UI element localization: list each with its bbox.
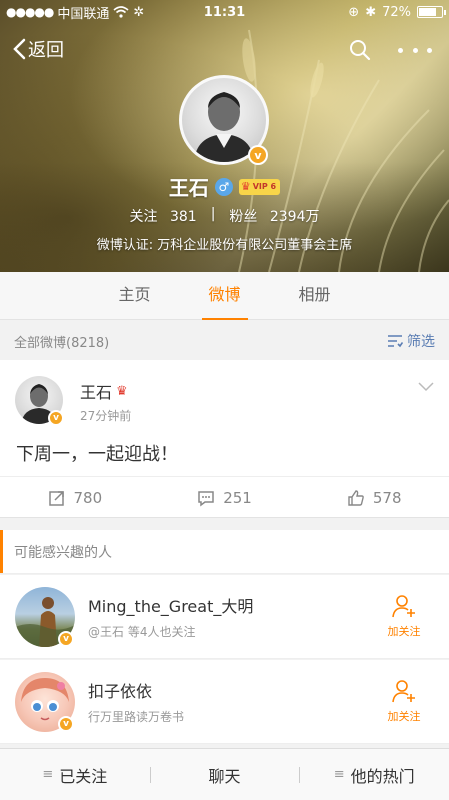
repost-count: 780 bbox=[73, 488, 103, 507]
suggestion-name[interactable]: 扣子依依 bbox=[88, 678, 152, 702]
all-posts-count: 全部微博(8218) bbox=[14, 335, 110, 351]
follow-label: 加关注 bbox=[387, 710, 421, 723]
add-user-icon bbox=[392, 680, 415, 703]
profile-tabs: 主页 微博 相册 bbox=[0, 272, 449, 320]
add-user-icon bbox=[392, 595, 415, 618]
back-label: 返回 bbox=[28, 40, 64, 61]
followed-button[interactable]: ≡ 已关注 bbox=[0, 763, 150, 787]
chevron-down-icon[interactable] bbox=[418, 382, 434, 392]
comment-icon bbox=[198, 490, 214, 506]
filter-icon bbox=[388, 335, 403, 348]
menu-icon: ≡ bbox=[333, 767, 345, 782]
follow-label: 加关注 bbox=[387, 625, 421, 638]
filter-label: 筛选 bbox=[407, 334, 435, 350]
clock: 11:31 bbox=[203, 4, 246, 20]
post-content: 下周一，一起迎战！ bbox=[16, 444, 178, 465]
vip-level: VIP 6 bbox=[252, 182, 277, 191]
suggestions-header: 可能感兴趣的人 bbox=[0, 530, 449, 574]
suggestion-name[interactable]: Ming_the_Great_大明 bbox=[88, 593, 253, 617]
verified-badge-icon: v bbox=[58, 716, 74, 732]
following-stat[interactable]: 关注 381 bbox=[130, 206, 197, 226]
search-icon[interactable] bbox=[348, 38, 372, 62]
follow-button[interactable]: 加关注 bbox=[384, 593, 424, 639]
post-card[interactable]: v 王石 ♛ 27分钟前 下周一，一起迎战！ 780 251 578 bbox=[0, 360, 449, 518]
suggestion-description: 行万里路读万卷书 bbox=[88, 710, 185, 724]
suggestion-description: @王石 等4人也关注 bbox=[88, 625, 196, 639]
post-author-name[interactable]: 王石 bbox=[80, 379, 112, 403]
profile-header: ●●●●● 中国联通 ✲ 11:31 ⊕ ✱ 72% 返回 v 王石 ♂ ♛ V… bbox=[0, 0, 449, 272]
following-label: 关注 bbox=[129, 209, 158, 225]
followers-label: 粉丝 bbox=[229, 209, 258, 225]
like-button[interactable]: 578 bbox=[299, 477, 449, 518]
verified-badge-icon: v bbox=[58, 631, 74, 647]
hot-posts-label: 他的热门 bbox=[350, 766, 415, 786]
chat-button[interactable]: 聊天 bbox=[149, 763, 300, 787]
vip-badge[interactable]: ♛ VIP 6 bbox=[238, 178, 281, 195]
suggestion-item[interactable]: v Ming_the_Great_大明 @王石 等4人也关注 加关注 bbox=[0, 575, 449, 659]
status-bar: ●●●●● 中国联通 ✲ 11:31 ⊕ ✱ 72% bbox=[0, 0, 449, 24]
tab-weibo[interactable]: 微博 bbox=[180, 272, 270, 320]
feed-filter-bar: 全部微博(8218) 筛选 bbox=[0, 322, 449, 360]
repost-button[interactable]: 780 bbox=[0, 477, 150, 518]
suggestion-item[interactable]: v 扣子依依 行万里路读万卷书 加关注 bbox=[0, 660, 449, 744]
navigation-bar: 返回 bbox=[0, 30, 449, 70]
chat-label: 聊天 bbox=[208, 766, 241, 786]
chevron-left-icon bbox=[13, 38, 26, 60]
tab-album[interactable]: 相册 bbox=[270, 272, 360, 319]
followers-count: 2394万 bbox=[269, 209, 320, 225]
crown-icon: ♛ bbox=[116, 383, 128, 399]
tab-home[interactable]: 主页 bbox=[90, 272, 180, 319]
profile-name: 王石 bbox=[168, 176, 209, 200]
like-count: 578 bbox=[372, 488, 402, 507]
verified-badge-icon: v bbox=[48, 410, 64, 426]
following-count: 381 bbox=[169, 209, 197, 225]
filter-button[interactable]: 筛选 bbox=[387, 331, 435, 351]
verified-badge-icon: v bbox=[248, 145, 268, 165]
repost-icon bbox=[48, 490, 64, 506]
verification-text: 微博认证: 万科企业股份有限公司董事会主席 bbox=[96, 238, 353, 253]
profile-bottom-bar: ≡ 已关注 聊天 ≡ 他的热门 bbox=[0, 748, 449, 800]
thumbs-up-icon bbox=[348, 489, 364, 506]
followers-stat[interactable]: 粉丝 2394万 bbox=[229, 206, 319, 226]
follow-button[interactable]: 加关注 bbox=[384, 678, 424, 724]
more-options-icon[interactable] bbox=[398, 38, 432, 62]
comment-button[interactable]: 251 bbox=[150, 477, 300, 518]
followed-label: 已关注 bbox=[59, 766, 108, 786]
hot-posts-button[interactable]: ≡ 他的热门 bbox=[299, 763, 449, 787]
comment-count: 251 bbox=[223, 488, 252, 507]
stat-separator: | bbox=[210, 206, 216, 222]
menu-icon: ≡ bbox=[42, 767, 54, 782]
male-gender-icon: ♂ bbox=[214, 177, 233, 196]
post-timestamp: 27分钟前 bbox=[80, 409, 132, 423]
battery-icon bbox=[417, 6, 446, 18]
crown-icon: ♛ bbox=[240, 180, 251, 193]
back-button[interactable]: 返回 bbox=[12, 36, 64, 62]
post-actions: 780 251 578 bbox=[0, 476, 449, 518]
